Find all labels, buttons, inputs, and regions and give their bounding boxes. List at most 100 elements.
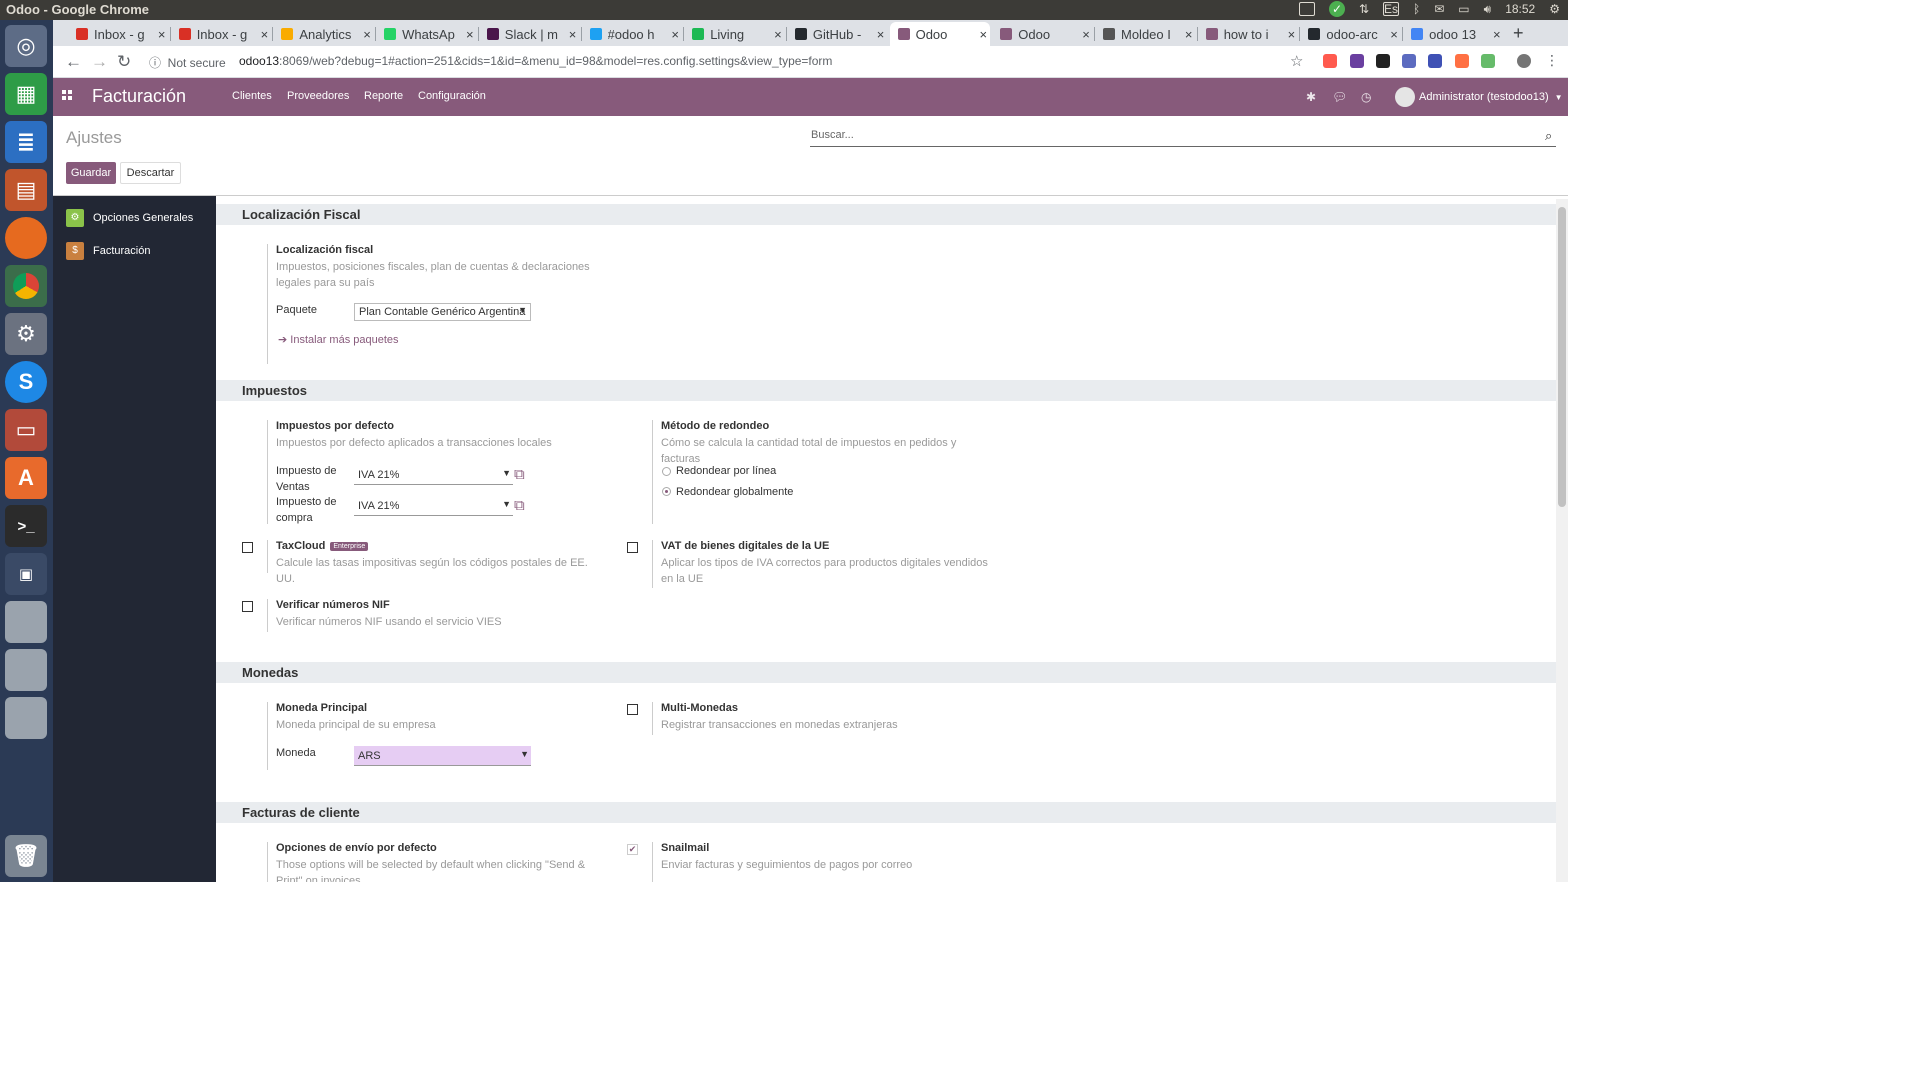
browser-menu-icon[interactable]: ⋮: [1545, 52, 1559, 69]
browser-tab[interactable]: #odoo h ×: [582, 22, 683, 46]
bookmark-star-icon[interactable]: ☆: [1290, 52, 1303, 70]
install-more-packages-link[interactable]: ➔ Instalar más paquetes: [278, 333, 399, 346]
sync-ok-icon[interactable]: ✓: [1328, 1, 1345, 17]
clock[interactable]: 18:52: [1505, 2, 1535, 16]
browser-tab[interactable]: Living ×: [684, 22, 785, 46]
radio-round-globally[interactable]: [662, 487, 671, 496]
browser-tab[interactable]: Inbox - g ×: [68, 22, 169, 46]
save-button[interactable]: Guardar: [66, 162, 116, 184]
close-icon[interactable]: ×: [1387, 27, 1401, 42]
volume-icon[interactable]: 🔊︎: [1484, 2, 1492, 17]
ubuntu-dash-icon[interactable]: ◎: [5, 25, 47, 67]
browser-tab[interactable]: Slack | m ×: [479, 22, 580, 46]
browser-tab[interactable]: Inbox - g ×: [171, 22, 272, 46]
close-icon[interactable]: ×: [976, 27, 990, 42]
external-link-icon[interactable]: ⧉: [514, 497, 525, 514]
keyboard-layout-indicator[interactable]: Es: [1383, 2, 1400, 16]
address-bar[interactable]: odoo13:8069/web?debug=1#action=251&cids=…: [239, 54, 832, 68]
reload-icon[interactable]: ↻: [117, 52, 131, 72]
activity-clock-icon[interactable]: ◷: [1361, 90, 1371, 104]
menu-clientes[interactable]: Clientes: [232, 90, 272, 102]
drive-icon[interactable]: [5, 649, 47, 691]
sales-tax-field[interactable]: IVA 21% ▼: [354, 465, 513, 485]
chat-icon[interactable]: 💬︎: [1332, 90, 1347, 104]
extension-icon[interactable]: [1323, 54, 1337, 68]
extension-icon[interactable]: [1455, 54, 1469, 68]
extension-icon[interactable]: [1481, 54, 1495, 68]
radio-label[interactable]: Redondear globalmente: [676, 486, 793, 498]
browser-tab[interactable]: Odoo ×: [889, 22, 991, 46]
menu-proveedores[interactable]: Proveedores: [287, 90, 349, 102]
power-gear-icon[interactable]: ⚙: [1549, 2, 1560, 16]
new-tab-icon[interactable]: +: [1513, 23, 1524, 44]
close-icon[interactable]: ×: [565, 27, 579, 42]
radio-round-per-line[interactable]: [662, 467, 671, 476]
writer-icon[interactable]: ≣: [5, 121, 47, 163]
close-icon[interactable]: ×: [874, 27, 888, 42]
sidebar-item-invoicing[interactable]: $ Facturación: [66, 242, 150, 260]
close-icon[interactable]: ×: [1284, 27, 1298, 42]
close-icon[interactable]: ×: [1182, 27, 1196, 42]
drive-icon[interactable]: [5, 697, 47, 739]
browser-tab[interactable]: Odoo ×: [992, 22, 1093, 46]
close-icon[interactable]: ×: [257, 27, 271, 42]
drive-icon[interactable]: [5, 601, 47, 643]
close-icon[interactable]: ×: [155, 27, 169, 42]
scrollbar-thumb[interactable]: [1558, 207, 1566, 507]
close-icon[interactable]: ×: [463, 27, 477, 42]
browser-tab[interactable]: Analytics ×: [273, 22, 374, 46]
close-icon[interactable]: ×: [1490, 27, 1504, 42]
workspace-switcher-icon[interactable]: ▣: [5, 553, 47, 595]
nif-checkbox[interactable]: [242, 601, 253, 612]
battery-icon[interactable]: ▭: [1458, 2, 1469, 16]
forward-arrow-icon[interactable]: →: [91, 52, 108, 72]
browser-tab[interactable]: how to i ×: [1198, 22, 1299, 46]
software-center-icon[interactable]: A: [5, 457, 47, 499]
screen-icon[interactable]: [1298, 2, 1315, 16]
menu-configuracion[interactable]: Configuración: [418, 90, 486, 102]
sidebar-item-general[interactable]: ⚙ Opciones Generales: [66, 209, 193, 227]
taxcloud-checkbox[interactable]: [242, 542, 253, 553]
firefox-icon[interactable]: [5, 217, 47, 259]
extension-icon[interactable]: [1350, 54, 1364, 68]
discard-button[interactable]: Descartar: [120, 162, 181, 184]
profile-icon[interactable]: [1517, 54, 1531, 68]
browser-tab[interactable]: odoo 13 ×: [1403, 22, 1504, 46]
snailmail-checkbox[interactable]: ✔: [627, 844, 638, 855]
package-select[interactable]: Plan Contable Genérico Argentina ▼: [354, 303, 531, 321]
mail-icon[interactable]: ✉: [1434, 2, 1444, 16]
multi-currency-checkbox[interactable]: [627, 704, 638, 715]
user-menu[interactable]: Administrator (testodoo13) ▼: [1395, 87, 1563, 107]
back-arrow-icon[interactable]: ←: [65, 52, 82, 72]
spreadsheet-icon[interactable]: ▦: [5, 73, 47, 115]
radio-label[interactable]: Redondear por línea: [676, 465, 776, 477]
close-icon[interactable]: ×: [360, 27, 374, 42]
network-icon[interactable]: ⇅: [1359, 2, 1369, 16]
external-link-icon[interactable]: ⧉: [514, 466, 525, 483]
close-icon[interactable]: ×: [771, 27, 785, 42]
search-icon[interactable]: ⌕: [1545, 128, 1552, 144]
purchase-tax-field[interactable]: IVA 21% ▼: [354, 496, 513, 516]
apps-menu-icon[interactable]: [62, 90, 72, 100]
app-name[interactable]: Facturación: [92, 86, 186, 107]
skype-icon[interactable]: S: [5, 361, 47, 403]
impress-icon[interactable]: ▤: [5, 169, 47, 211]
menu-reporte[interactable]: Reporte: [364, 90, 403, 102]
terminal-icon[interactable]: >_: [5, 505, 47, 547]
vat-eu-checkbox[interactable]: [627, 542, 638, 553]
settings-tools-icon[interactable]: ⚙: [5, 313, 47, 355]
extension-icon[interactable]: [1376, 54, 1390, 68]
browser-tab[interactable]: WhatsAp ×: [376, 22, 477, 46]
trash-icon[interactable]: 🗑︎: [5, 835, 47, 877]
search-input[interactable]: Buscar...: [810, 126, 1556, 147]
close-icon[interactable]: ×: [1079, 27, 1093, 42]
currency-field[interactable]: ARS ▼: [354, 746, 531, 766]
debug-bug-icon[interactable]: ✱: [1306, 90, 1316, 104]
archive-icon[interactable]: ▭: [5, 409, 47, 451]
close-icon[interactable]: ×: [668, 27, 682, 42]
browser-tab[interactable]: GitHub - ×: [787, 22, 888, 46]
browser-tab[interactable]: Moldeo I ×: [1095, 22, 1196, 46]
extension-icon[interactable]: [1402, 54, 1416, 68]
chrome-icon[interactable]: [5, 265, 47, 307]
extension-icon[interactable]: [1428, 54, 1442, 68]
